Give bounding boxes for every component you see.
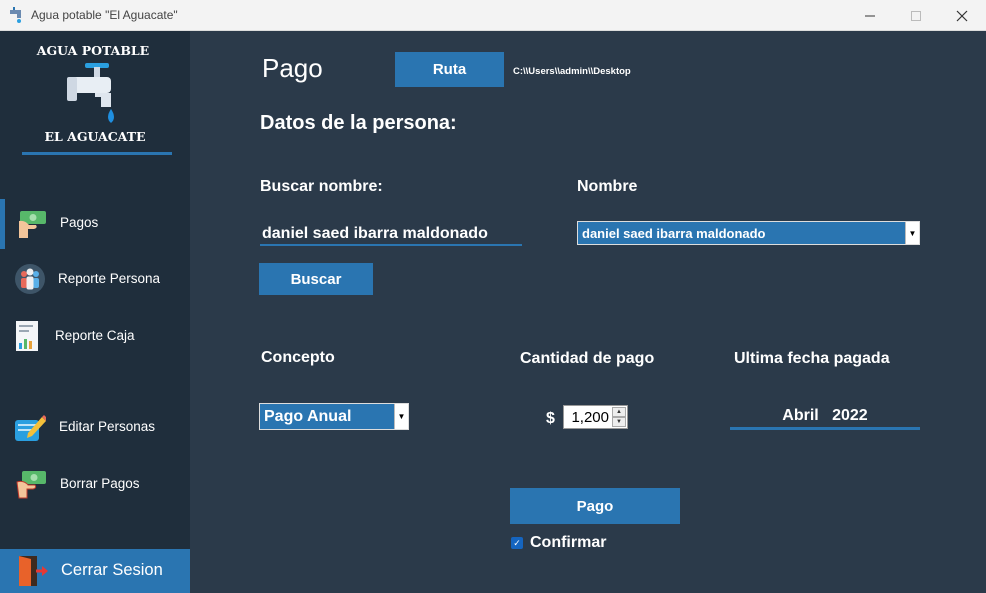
sidebar-item-label: Reporte Caja [55,328,135,343]
page-title: Pago [262,53,323,83]
sidebar-item-editar-personas[interactable]: Editar Personas [0,405,190,449]
last-date-year: 2022 [832,407,868,424]
maximize-icon [911,10,921,21]
title-bar: Agua potable "El Aguacate" [0,0,986,31]
active-indicator [0,199,5,249]
brand-divider [22,152,172,155]
sidebar-item-label: Borrar Pagos [60,476,140,491]
sidebar-item-borrar-pagos[interactable]: Borrar Pagos [0,462,190,506]
minimize-icon [865,15,875,16]
last-paid-date: Abril 2022 [730,407,920,430]
concept-dropdown-value: Pago Anual [264,408,352,425]
sidebar-item-pagos[interactable]: Pagos [0,199,190,249]
section-title: Datos de la persona: [260,112,457,134]
search-name-label: Buscar nombre: [260,178,383,195]
name-dropdown[interactable]: daniel saed ibarra maldonado ▼ [577,221,920,245]
last-date-label: Ultima fecha pagada [734,350,890,367]
sidebar-item-reporte-caja[interactable]: Reporte Caja [0,314,190,358]
logout-label: Cerrar Sesion [61,561,163,579]
chevron-down-icon[interactable]: ▼ [905,222,919,244]
route-path-text: C:\\Users\\admin\\Desktop [513,66,631,77]
maximize-button[interactable] [893,0,939,31]
cash-hand-icon [19,211,46,238]
report-chart-icon [16,321,38,351]
sidebar-item-reporte-persona[interactable]: Reporte Persona [0,257,190,301]
close-button[interactable] [939,0,985,31]
currency-symbol: $ [546,410,555,427]
last-date-month: Abril [782,407,819,424]
pay-button[interactable]: Pago [510,488,680,524]
exit-door-icon [19,556,48,586]
search-button[interactable]: Buscar [259,263,373,295]
confirm-label: Confirmar [530,534,607,551]
amount-label: Cantidad de pago [520,350,655,367]
pencil-note-icon [15,415,46,441]
concept-dropdown[interactable]: Pago Anual ▼ [259,403,409,430]
route-button[interactable]: Ruta [395,52,504,87]
sidebar-item-label: Reporte Persona [58,271,161,286]
app-faucet-icon [10,7,21,23]
sidebar: AGUA POTABLE EL AGUACATE Pagos Reporte P… [0,31,190,593]
minimize-button[interactable] [847,0,893,31]
sidebar-item-label: Editar Personas [59,419,156,434]
name-label: Nombre [577,178,638,195]
faucet-logo-icon [67,63,114,123]
logout-button[interactable]: Cerrar Sesion [0,549,190,593]
concept-label: Concepto [261,349,335,366]
sidebar-item-label: Pagos [60,215,99,230]
search-name-input[interactable] [260,224,522,246]
people-group-icon [15,264,45,294]
confirm-checkbox[interactable]: ✓ [511,537,523,549]
amount-value: 1,200 [571,409,609,426]
window-title: Agua potable "El Aguacate" [31,8,178,22]
name-dropdown-value: daniel saed ibarra maldonado [582,226,766,241]
stepper-up-icon[interactable]: ▲ [612,407,626,417]
brand-bottom-text: EL AGUACATE [44,129,146,144]
chevron-down-icon[interactable]: ▼ [394,404,408,429]
close-icon [956,10,968,21]
money-hand-icon [16,471,46,499]
main-panel: Pago Ruta C:\\Users\\admin\\Desktop Dato… [190,31,986,593]
amount-stepper[interactable]: 1,200 ▲ ▼ [563,405,628,429]
stepper-down-icon[interactable]: ▼ [612,417,626,427]
brand-top-text: AGUA POTABLE [36,43,150,58]
